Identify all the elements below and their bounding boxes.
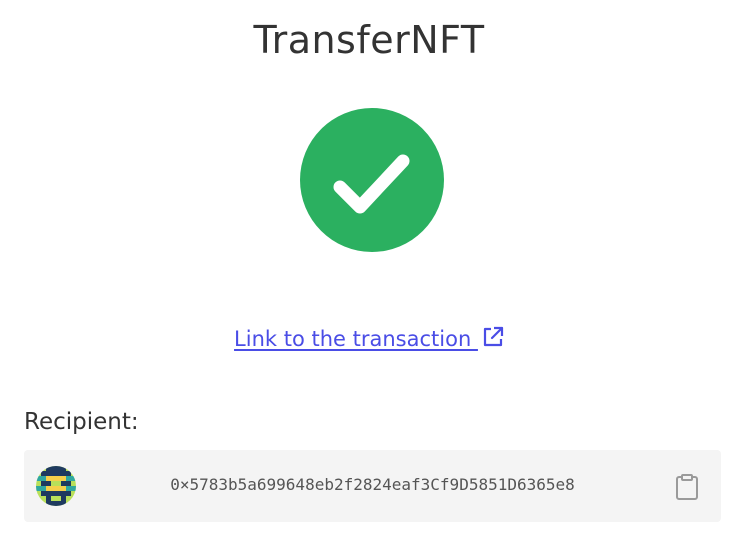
recipient-address: 0×5783b5a699648eb2f2824eaf3Cf9D5851D6365… xyxy=(170,475,575,494)
transaction-link-label: Link to the transaction xyxy=(234,327,478,351)
copy-address-button[interactable] xyxy=(672,472,702,502)
transaction-link-row: Link to the transaction xyxy=(0,326,738,351)
success-status xyxy=(300,108,444,252)
transaction-link[interactable]: Link to the transaction xyxy=(234,326,504,351)
external-link-icon xyxy=(483,326,504,347)
checkmark-icon xyxy=(333,154,410,214)
clipboard-icon xyxy=(676,474,698,500)
page-title: TransferNFT xyxy=(253,18,485,62)
transfer-nft-page: TransferNFT Link to the transaction Reci… xyxy=(0,0,738,541)
recipient-address-box: 0×5783b5a699648eb2f2824eaf3Cf9D5851D6365… xyxy=(24,450,721,522)
recipient-label: Recipient: xyxy=(24,409,139,435)
